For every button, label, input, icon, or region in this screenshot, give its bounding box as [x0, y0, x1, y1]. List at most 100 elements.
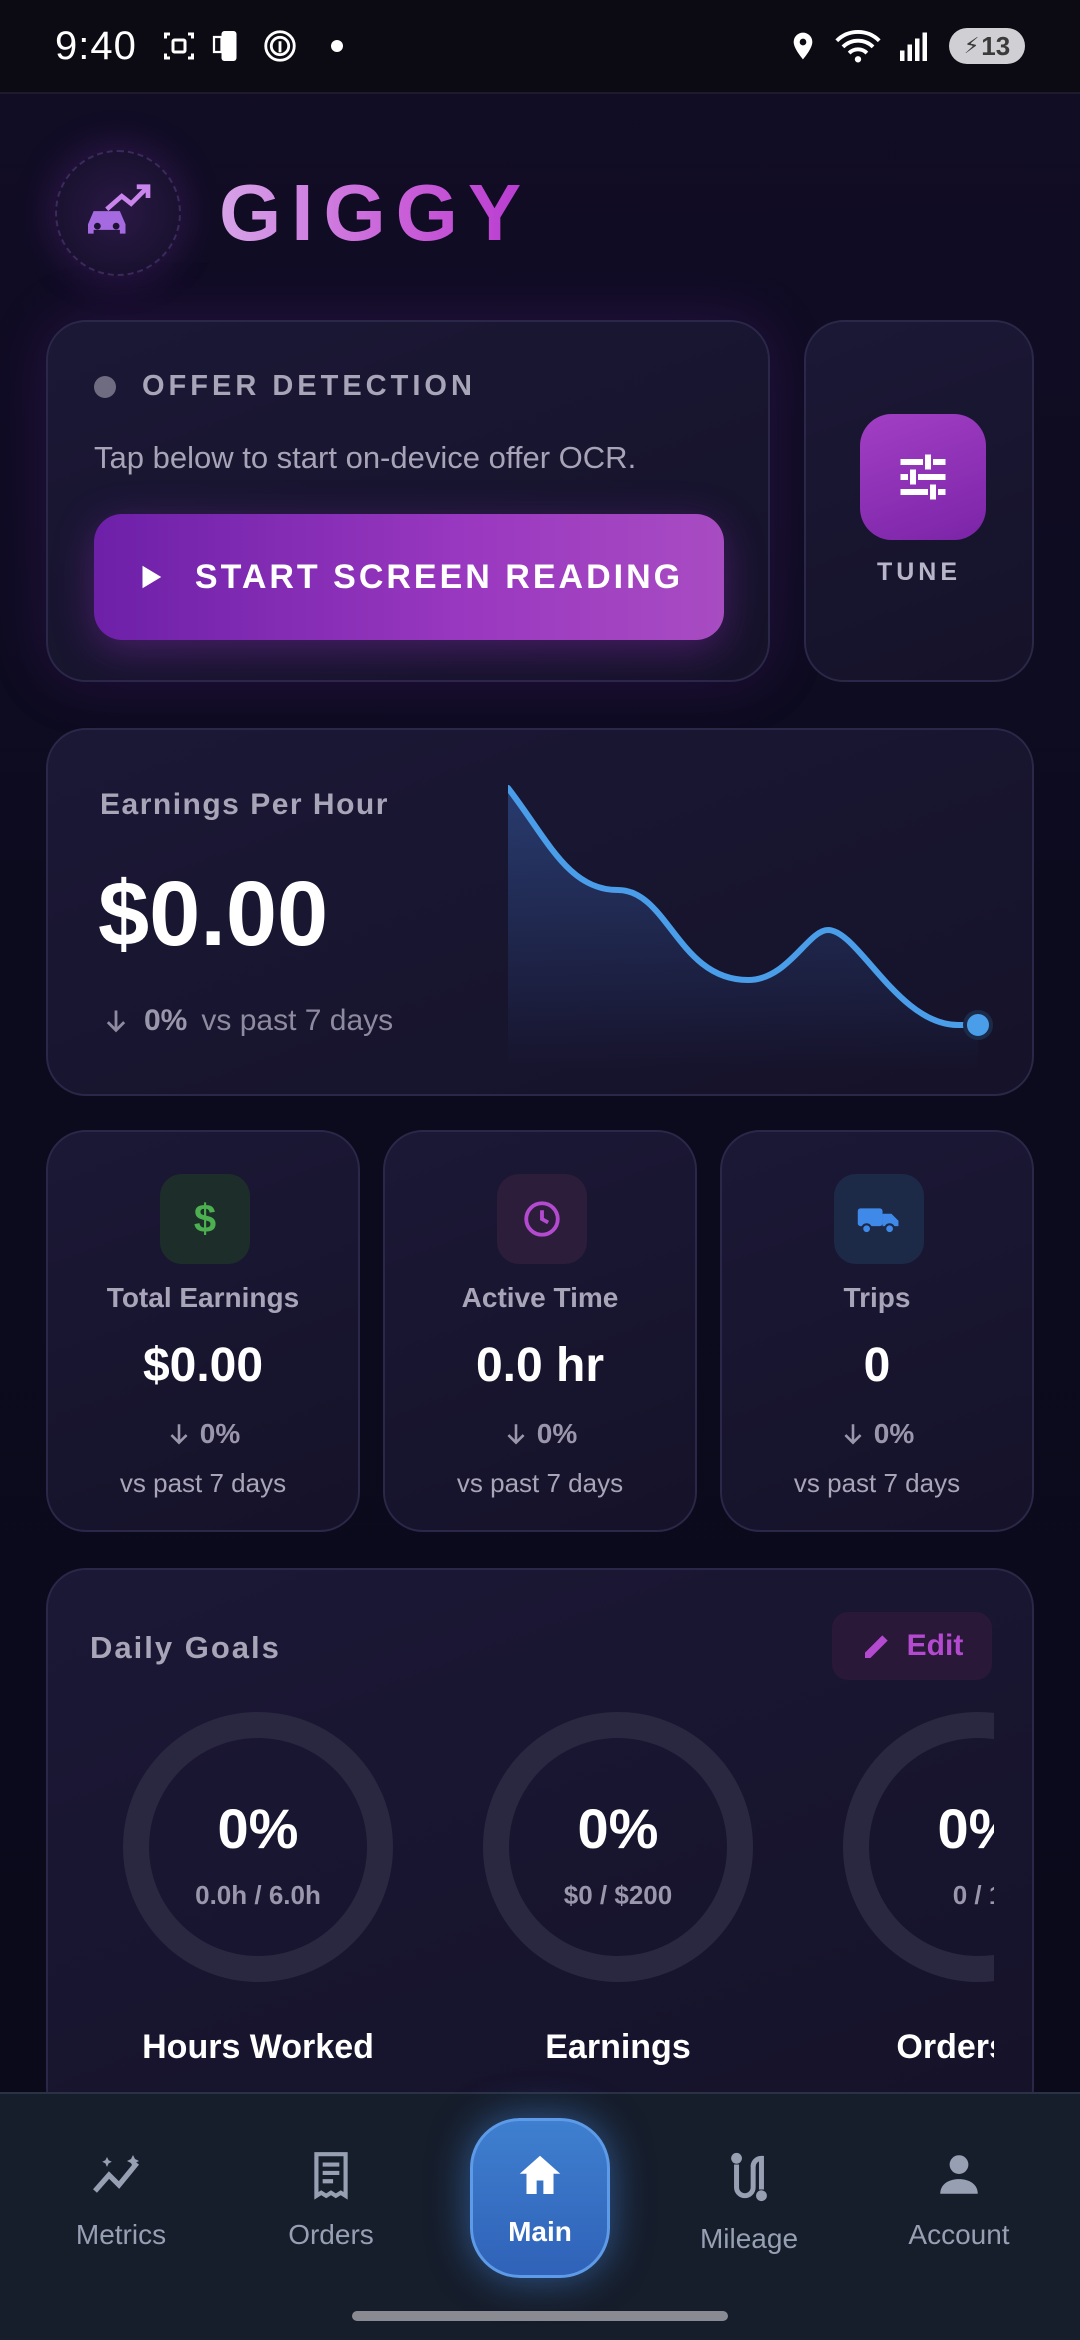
arrow-down-icon: [507, 1424, 525, 1445]
battery-icon: ⚡ 13: [949, 28, 1025, 64]
nav-orders[interactable]: Orders: [231, 2150, 431, 2251]
app-header: GIGGY: [55, 150, 531, 276]
sparkline-endpoint: [963, 1010, 993, 1040]
nav-account-label: Account: [908, 2219, 1010, 2250]
nav-metrics-label: Metrics: [75, 2219, 167, 2250]
goal-progress-ring: 0% 0 / 1: [843, 1712, 994, 1982]
stat-value: 0: [863, 1339, 891, 1392]
goal-pct: 0%: [937, 1797, 994, 1860]
stat-sub: vs past 7 days: [793, 1468, 961, 1498]
clock-icon: [524, 1201, 560, 1237]
sliders-icon: [900, 454, 946, 500]
stat-value: $0.00: [142, 1339, 264, 1392]
status-left-icons: [161, 27, 343, 65]
receipt-icon: [314, 2152, 348, 2200]
dollar-icon: $: [193, 1196, 217, 1241]
tune-button[interactable]: [860, 414, 986, 540]
battery-level: 13: [981, 30, 1011, 61]
goal-pct: 0%: [217, 1797, 299, 1860]
edit-goals-button[interactable]: Edit: [832, 1612, 992, 1680]
earnings-sparkline: [508, 785, 993, 1070]
bottom-navigation: Metrics Orders Main Mileage Account: [0, 2092, 1080, 2340]
earnings-per-hour-change-pct: 0%: [144, 1004, 188, 1037]
earnings-per-hour-change: 0% vs past 7 days: [102, 1004, 393, 1038]
nav-main-label: Main: [508, 2216, 572, 2247]
sparkline-area: [508, 788, 978, 1070]
goal-progress-ring: 0% 0.0h / 6.0h: [123, 1712, 393, 1982]
stat-change-pct: 0%: [536, 1418, 578, 1449]
status-dot: [94, 375, 116, 398]
stat-icon-container: $: [160, 1174, 250, 1264]
offer-detection-title: OFFER DETECTION: [142, 370, 476, 402]
goal-sub: 0.0h / 6.0h: [195, 1880, 321, 1910]
active-time-card: Active Time 0.0 hr 0% vs past 7 days: [383, 1130, 697, 1532]
goal-sub: $0 / $200: [563, 1880, 673, 1910]
tune-card[interactable]: [804, 320, 1034, 682]
signal-icon: [900, 32, 927, 61]
nav-orders-label: Orders: [288, 2219, 374, 2250]
nav-metrics[interactable]: Metrics: [21, 2150, 221, 2251]
status-bar: 9:40 ⚡ 13: [0, 0, 1080, 94]
offer-detection-description: Tap below to start on-device offer OCR.: [94, 440, 637, 475]
home-icon: [519, 2155, 561, 2194]
arrow-down-icon: [106, 1010, 126, 1033]
earnings-per-hour-value: $0.00: [98, 863, 329, 965]
stat-change: 0%: [722, 1418, 1032, 1450]
goal-label: Hours Worked: [142, 2028, 374, 2066]
daily-goals-card: Daily Goals 0% 0.0h / 6.0h Hours Worked …: [46, 1568, 1034, 2128]
stat-change-pct: 0%: [873, 1418, 915, 1449]
status-time: 9:40: [55, 23, 137, 68]
goal-progress-ring: 0% $0 / $200: [483, 1712, 753, 1982]
app-logo: [55, 150, 181, 276]
goal-label: Earnings: [545, 2028, 691, 2066]
screenshot-icon: [163, 32, 194, 60]
start-screen-reading-label: START SCREEN READING: [194, 557, 684, 596]
stat-change-pct: 0%: [199, 1418, 241, 1449]
dot-icon: [330, 40, 343, 52]
goal-earnings: 0% $0 / $200 Earnings: [468, 1712, 768, 2067]
edit-goals-label: Edit: [906, 1629, 964, 1662]
nav-main[interactable]: Main: [470, 2118, 610, 2278]
route-icon: [731, 2152, 767, 2202]
start-screen-reading-button[interactable]: START SCREEN READING: [94, 514, 724, 640]
fingerprint-icon: [264, 30, 296, 62]
stat-change: 0%: [385, 1418, 695, 1450]
stat-icon-container: [497, 1174, 587, 1264]
stat-label: Trips: [843, 1282, 911, 1313]
offer-detection-header: OFFER DETECTION: [94, 370, 476, 403]
play-icon: [142, 565, 162, 589]
stat-sub: vs past 7 days: [119, 1468, 287, 1498]
stat-value: 0.0 hr: [475, 1339, 605, 1392]
earnings-per-hour-title: Earnings Per Hour: [100, 788, 389, 821]
earnings-per-hour-change-text: vs past 7 days: [201, 1004, 394, 1037]
stat-label: Active Time: [461, 1282, 619, 1313]
daily-goals-title: Daily Goals: [90, 1630, 281, 1665]
wifi-icon: [835, 30, 881, 63]
offer-detection-card: OFFER DETECTION Tap below to start on-de…: [46, 320, 770, 682]
goal-sub: 0 / 1: [952, 1880, 994, 1910]
arrow-down-icon: [170, 1424, 188, 1445]
stat-label: Total Earnings: [106, 1282, 300, 1313]
truck-icon: [857, 1208, 899, 1235]
location-icon: [793, 32, 813, 60]
status-right-icons: ⚡ 13: [787, 28, 1025, 64]
earnings-per-hour-card: Earnings Per Hour $0.00 0% vs past 7 day…: [46, 728, 1034, 1096]
phone-icon: [212, 31, 237, 61]
nav-mileage-label: Mileage: [699, 2223, 799, 2254]
goal-label: Orders Ac: [896, 2028, 994, 2066]
stat-icon-container: [834, 1174, 924, 1264]
nav-account[interactable]: Account: [859, 2150, 1059, 2251]
app-title: GIGGY: [219, 168, 532, 257]
pencil-icon: [864, 1635, 888, 1658]
arrow-down-icon: [844, 1424, 862, 1445]
total-earnings-card: $ Total Earnings $0.00 0% vs past 7 days: [46, 1130, 360, 1532]
car-trending-up-icon: [88, 184, 151, 234]
trips-card: Trips 0 0% vs past 7 days: [720, 1130, 1034, 1532]
nav-mileage[interactable]: Mileage: [649, 2150, 849, 2255]
goal-pct: 0%: [577, 1797, 659, 1860]
stat-change: 0%: [48, 1418, 358, 1450]
home-indicator[interactable]: [352, 2311, 728, 2321]
stat-sub: vs past 7 days: [456, 1468, 624, 1498]
sparkle-chart-icon: [93, 2155, 140, 2193]
person-icon: [940, 2155, 978, 2194]
